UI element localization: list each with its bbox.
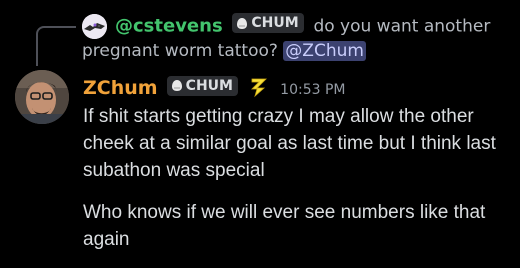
message-text-1: If shit starts getting crazy I may allow… — [83, 106, 496, 181]
reply-server-tag[interactable]: CHUM — [232, 13, 304, 33]
reply-first-line: @cstevens CHUM do you want another — [115, 13, 490, 39]
reply-tag-label: CHUM — [251, 15, 299, 31]
chum-tag-icon — [171, 80, 182, 91]
reply-reference[interactable]: @cstevens CHUM do you want another pregn… — [82, 12, 512, 66]
author-username[interactable]: ZChum — [83, 77, 158, 99]
message-timestamp[interactable]: 10:53 PM — [280, 82, 345, 98]
reply-mention[interactable]: @ZChum — [283, 41, 366, 61]
reply-text-end: pregnant worm tattoo? — [82, 41, 278, 61]
reply-second-line: pregnant worm tattoo? @ZChum — [82, 39, 366, 63]
reply-spine — [36, 26, 76, 66]
message-text-2: Who knows if we will ever see numbers li… — [83, 202, 486, 250]
chum-tag-icon — [237, 17, 248, 29]
reply-username[interactable]: @cstevens — [115, 16, 223, 37]
author-avatar[interactable] — [15, 70, 69, 124]
message-header: ZChum CHUM 10:53 PM — [83, 74, 345, 102]
reply-avatar[interactable] — [82, 14, 107, 39]
author-server-tag[interactable]: CHUM — [166, 75, 238, 96]
author-tag-label: CHUM — [185, 77, 233, 94]
reply-text-start: do you want another — [313, 16, 491, 37]
